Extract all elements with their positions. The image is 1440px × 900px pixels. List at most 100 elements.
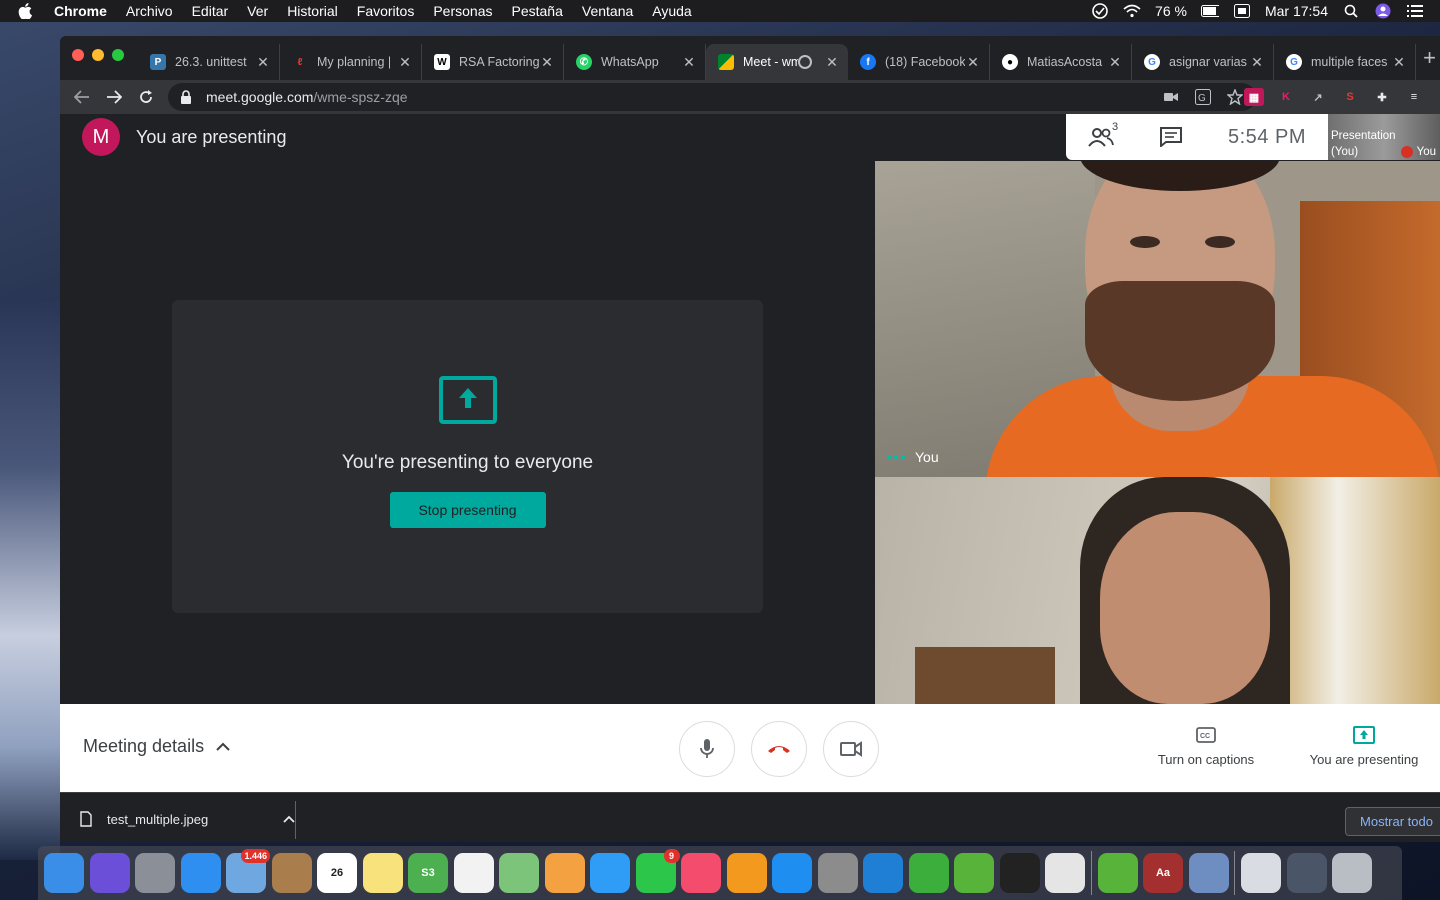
tab-close-icon[interactable]: ✕ [1249, 54, 1265, 70]
tab-asignar-varias[interactable]: G asignar varias ✕ [1132, 44, 1274, 80]
tab-close-icon[interactable]: ✕ [1391, 54, 1407, 70]
avatar[interactable]: M [82, 118, 120, 156]
new-tab-icon[interactable]: + [1423, 47, 1436, 69]
show-all-downloads-button[interactable]: Mostrar todo [1345, 807, 1440, 836]
tab-meet[interactable]: Meet - wm ✕ [706, 44, 848, 80]
menu-app-name[interactable]: Chrome [54, 3, 107, 19]
appstore-icon[interactable] [772, 853, 812, 893]
microphone-button[interactable] [679, 721, 735, 777]
tab-github[interactable]: ● MatiasAcosta ✕ [990, 44, 1132, 80]
messages-icon[interactable] [590, 853, 630, 893]
menu-editar[interactable]: Editar [192, 3, 229, 19]
vscode-icon[interactable] [863, 853, 903, 893]
self-video-tile[interactable]: You [875, 161, 1440, 477]
extensions-puzzle-icon[interactable]: ✚ [1372, 88, 1392, 106]
tab-close-icon[interactable]: ✕ [824, 54, 840, 70]
trash-icon[interactable] [1332, 853, 1372, 893]
downloads-folder-icon[interactable] [1286, 853, 1327, 893]
apple-menu-icon[interactable] [18, 3, 34, 19]
menu-favoritos[interactable]: Favoritos [357, 3, 415, 19]
finder-icon[interactable] [44, 853, 84, 893]
menu-ayuda[interactable]: Ayuda [652, 3, 691, 19]
tab-close-icon[interactable]: ✕ [681, 54, 697, 70]
tab-whatsapp[interactable]: ✆ WhatsApp ✕ [564, 44, 706, 80]
notes-icon[interactable] [362, 853, 403, 893]
extension-cursor-icon[interactable]: ↗ [1308, 88, 1328, 106]
chrome-icon[interactable] [1045, 853, 1085, 893]
present-now-button[interactable]: You are presenting [1300, 726, 1428, 767]
back-arrow-icon[interactable] [72, 87, 92, 107]
close-window-button[interactable] [72, 49, 84, 61]
system-preferences-icon[interactable] [817, 853, 858, 893]
user-switch-icon[interactable] [1374, 3, 1392, 19]
download-item[interactable]: test_multiple.jpeg [80, 807, 295, 831]
tab-my-planning[interactable]: ℓ My planning | ✕ [280, 44, 422, 80]
captions-button[interactable]: CC Turn on captions [1150, 726, 1262, 767]
sims-plumbob-icon[interactable] [908, 853, 949, 893]
spotlight-search-icon[interactable] [1342, 3, 1360, 19]
tab-facebook[interactable]: f (18) Facebook ✕ [848, 44, 990, 80]
menu-archivo[interactable]: Archivo [126, 3, 173, 19]
extension-k-icon[interactable]: K [1276, 88, 1296, 106]
reload-icon[interactable] [136, 87, 156, 107]
music-icon[interactable] [681, 853, 721, 893]
safari-icon[interactable] [180, 853, 221, 893]
translate-icon[interactable]: G [1194, 88, 1212, 106]
tab-close-icon[interactable]: ✕ [539, 54, 555, 70]
facetime-icon[interactable]: 9 [635, 849, 680, 893]
contacts-icon[interactable] [271, 853, 312, 893]
participant-video-tile[interactable] [875, 477, 1440, 704]
wifi-icon[interactable] [1123, 3, 1141, 19]
tab-rsa-factoring[interactable]: W RSA Factoring ✕ [422, 44, 564, 80]
camera-button[interactable] [823, 721, 879, 777]
menu-historial[interactable]: Historial [287, 3, 338, 19]
terminal-icon[interactable] [999, 853, 1040, 893]
calendar-icon[interactable]: 26 [317, 853, 357, 893]
menu-personas[interactable]: Personas [433, 3, 492, 19]
tab-close-icon[interactable]: ✕ [397, 54, 413, 70]
launchpad-icon[interactable] [135, 853, 175, 893]
camera-in-use-icon[interactable] [1162, 88, 1180, 106]
chat-icon[interactable] [1160, 125, 1184, 149]
tab-unittest[interactable]: P 26.3. unittest ✕ [138, 44, 280, 80]
documents-folder-icon[interactable] [1241, 853, 1281, 893]
forward-arrow-icon[interactable] [104, 87, 124, 107]
tab-close-icon[interactable]: ✕ [255, 54, 271, 70]
sims-icon[interactable]: S3 [408, 853, 448, 893]
photos-icon[interactable] [544, 853, 585, 893]
extension-grid-icon[interactable]: ▦ [1244, 88, 1264, 106]
utorrent-icon[interactable] [954, 853, 994, 893]
extension-red-icon[interactable]: S [1340, 88, 1360, 106]
menu-ver[interactable]: Ver [247, 3, 268, 19]
address-bar[interactable]: meet.google.com /wme-spsz-zqe G [168, 83, 1256, 111]
notification-center-icon[interactable] [1406, 3, 1424, 19]
menu-pestana[interactable]: Pestaña [512, 3, 563, 19]
mail-icon[interactable]: 1.446 [226, 849, 270, 893]
lock-icon[interactable] [180, 90, 192, 104]
vpn-icon[interactable] [1091, 3, 1109, 19]
stop-presenting-button[interactable]: Stop presenting [389, 492, 546, 528]
tab-close-icon[interactable]: ✕ [965, 54, 981, 70]
chevron-up-icon[interactable] [283, 815, 295, 823]
maps-icon[interactable] [499, 853, 539, 893]
tab-multiple-faces[interactable]: G multiple faces ✕ [1274, 44, 1416, 80]
meeting-details-button[interactable]: Meeting details [83, 736, 230, 757]
books-icon[interactable] [726, 853, 767, 893]
battery-icon[interactable] [1200, 3, 1219, 19]
bookmark-star-icon[interactable] [1226, 88, 1244, 106]
menu-ventana[interactable]: Ventana [582, 3, 633, 19]
fullscreen-window-button[interactable] [112, 49, 124, 61]
media-queue-icon[interactable]: ≡ [1404, 88, 1424, 106]
preview-icon[interactable] [1188, 853, 1229, 893]
siri-icon[interactable] [89, 853, 130, 893]
utorrent-web-icon[interactable] [1097, 853, 1138, 893]
hang-up-button[interactable] [751, 721, 807, 777]
keyboard-input-icon[interactable] [1233, 3, 1251, 19]
menubar-clock[interactable]: Mar 17:54 [1265, 3, 1328, 19]
tab-close-icon[interactable]: ✕ [1107, 54, 1123, 70]
presentation-thumbnail[interactable]: Presentation (You) You [1328, 114, 1440, 160]
dictionary-icon[interactable]: Aa [1143, 853, 1183, 893]
reminders-icon[interactable] [453, 853, 494, 893]
participants-button[interactable]: 3 [1088, 121, 1124, 149]
minimize-window-button[interactable] [92, 49, 104, 61]
